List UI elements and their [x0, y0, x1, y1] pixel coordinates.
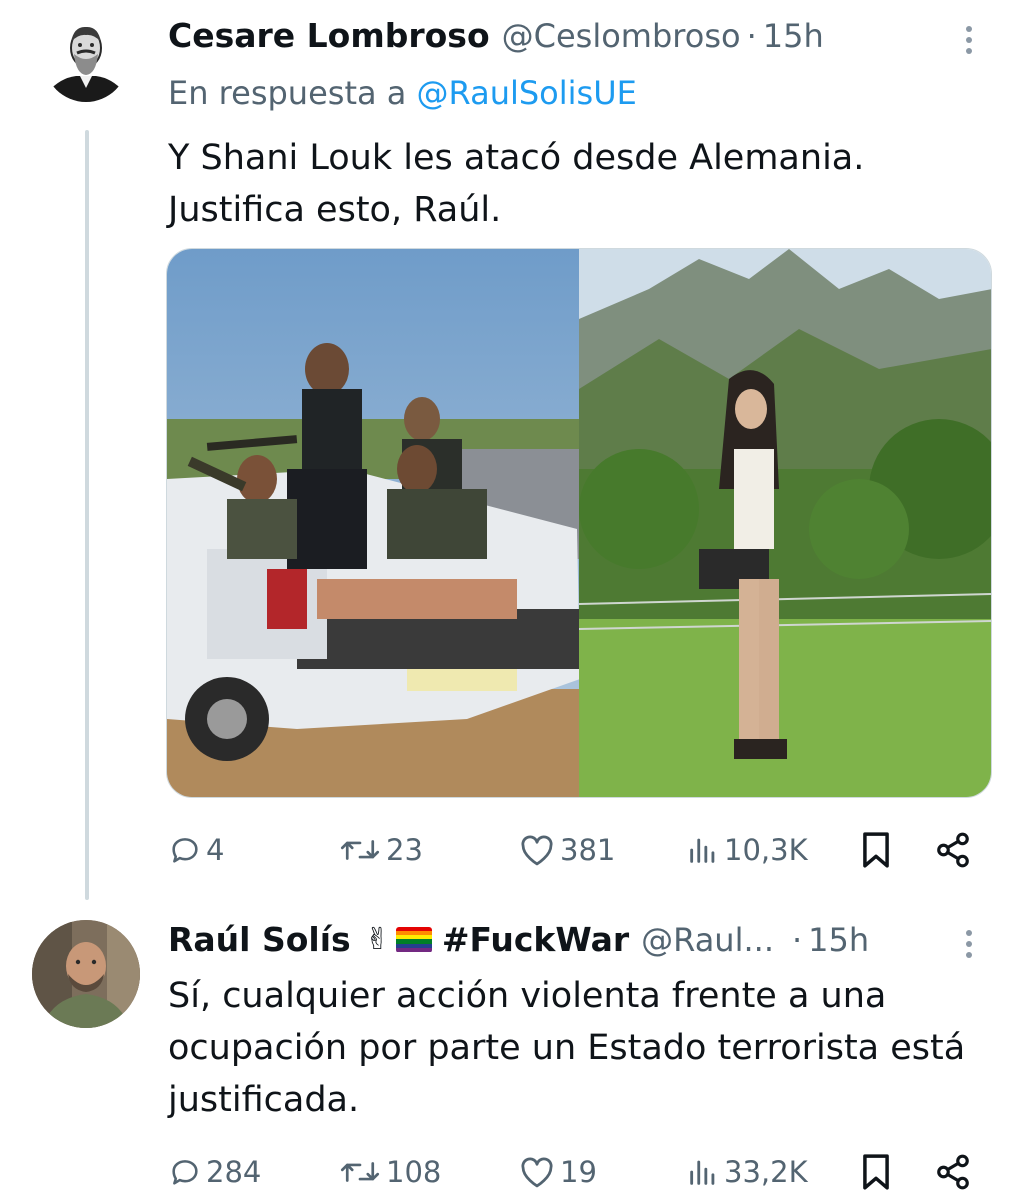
views-icon — [690, 1160, 715, 1185]
reply-icon — [172, 1160, 198, 1185]
tweet2-retweet-button[interactable]: 108 — [338, 1150, 441, 1194]
retweet-icon — [340, 1162, 380, 1182]
tweet2-text-line: justificada. — [168, 1080, 360, 1120]
tweet2-timestamp[interactable]: 15h — [808, 921, 869, 959]
tweet1-handle[interactable]: @Ceslombroso — [502, 17, 741, 55]
reply-mention-link[interactable]: @RaulSolisUE — [417, 74, 637, 112]
tweet2-views-button[interactable]: 33,2K — [686, 1150, 808, 1194]
bookmark-icon — [863, 1154, 889, 1190]
tweet1-view-count: 10,3K — [724, 833, 808, 867]
tweet1-like-count: 381 — [560, 833, 616, 867]
tweet2-bookmark-button[interactable] — [860, 1150, 892, 1194]
heart-icon — [521, 1157, 553, 1188]
tweet2-handle[interactable]: @Raul... — [641, 921, 774, 959]
tweet2-share-button[interactable] — [934, 1150, 972, 1194]
tweet2-like-button[interactable]: 19 — [518, 1150, 597, 1194]
heart-icon — [521, 835, 553, 866]
tweet2-author-name[interactable]: Raúl Solís — [168, 920, 351, 959]
tweet2-view-count: 33,2K — [724, 1155, 808, 1189]
tweet2-action-bar: 284 108 19 33,2K — [168, 1150, 978, 1194]
tweet1-text: Y Shani Louk les atacó desde Alemania. J… — [168, 132, 864, 236]
tweet1-share-button[interactable] — [934, 828, 972, 872]
tweet1-separator: · — [746, 16, 757, 55]
tweet1-bookmark-button[interactable] — [860, 828, 892, 872]
tweet2-retweet-count: 108 — [386, 1155, 442, 1189]
tweet1-like-button[interactable]: 381 — [518, 828, 615, 872]
tweet2-separator: · — [791, 920, 803, 959]
tweet1-more-options-icon[interactable] — [966, 26, 972, 54]
tweet1-reply-context: En respuesta a @RaulSolisUE — [168, 74, 637, 112]
media-photo-left[interactable] — [167, 249, 579, 797]
tweet1-action-bar: 4 23 381 10,3K — [168, 828, 978, 872]
share-icon — [937, 1154, 969, 1190]
tweet1-retweet-button[interactable]: 23 — [338, 828, 423, 872]
rainbow-flag-icon — [395, 926, 432, 953]
tweet1-header: Cesare Lombroso @Ceslombroso · 15h — [168, 16, 824, 55]
avatar-raul-solis[interactable] — [32, 920, 140, 1028]
bookmark-icon — [863, 832, 889, 868]
tweet2-like-count: 19 — [560, 1155, 597, 1189]
tweet1-text-line: Y Shani Louk les atacó desde Alemania. — [168, 138, 865, 178]
reply-prefix: En respuesta a — [168, 74, 407, 112]
tweet2-text-line: Sí, cualquier acción violenta frente a u… — [168, 976, 887, 1016]
tweet1-reply-count: 4 — [206, 833, 225, 867]
retweet-icon — [340, 840, 380, 860]
avatar-cesare-lombroso[interactable] — [44, 18, 128, 102]
share-icon — [937, 832, 969, 868]
tweet1-views-button[interactable]: 10,3K — [686, 828, 808, 872]
thread-connector-line — [85, 130, 89, 900]
reply-icon — [172, 838, 198, 863]
views-icon — [690, 838, 715, 863]
victory-hand-emoji: ✌ — [364, 922, 390, 957]
tweet2-text: Sí, cualquier acción violenta frente a u… — [168, 970, 965, 1126]
tweet1-author-name[interactable]: Cesare Lombroso — [168, 16, 490, 55]
tweet2-reply-button[interactable]: 284 — [168, 1150, 261, 1194]
tweet1-retweet-count: 23 — [386, 833, 423, 867]
tweet2-header: Raúl Solís ✌ #FuckWar @Raul... · 15h — [168, 920, 869, 959]
tweet1-media-grid — [166, 248, 992, 798]
tweet1-timestamp[interactable]: 15h — [763, 17, 824, 55]
media-photo-right[interactable] — [579, 249, 991, 797]
tweet2-more-options-icon[interactable] — [966, 930, 972, 958]
tweet2-text-line: ocupación por parte un Estado terrorista… — [168, 1028, 966, 1068]
tweet1-reply-button[interactable]: 4 — [168, 828, 224, 872]
tweet1-text-line: Justifica esto, Raúl. — [168, 190, 502, 230]
tweet2-reply-count: 284 — [206, 1155, 262, 1189]
tweet2-display-hashtag: #FuckWar — [441, 920, 630, 959]
